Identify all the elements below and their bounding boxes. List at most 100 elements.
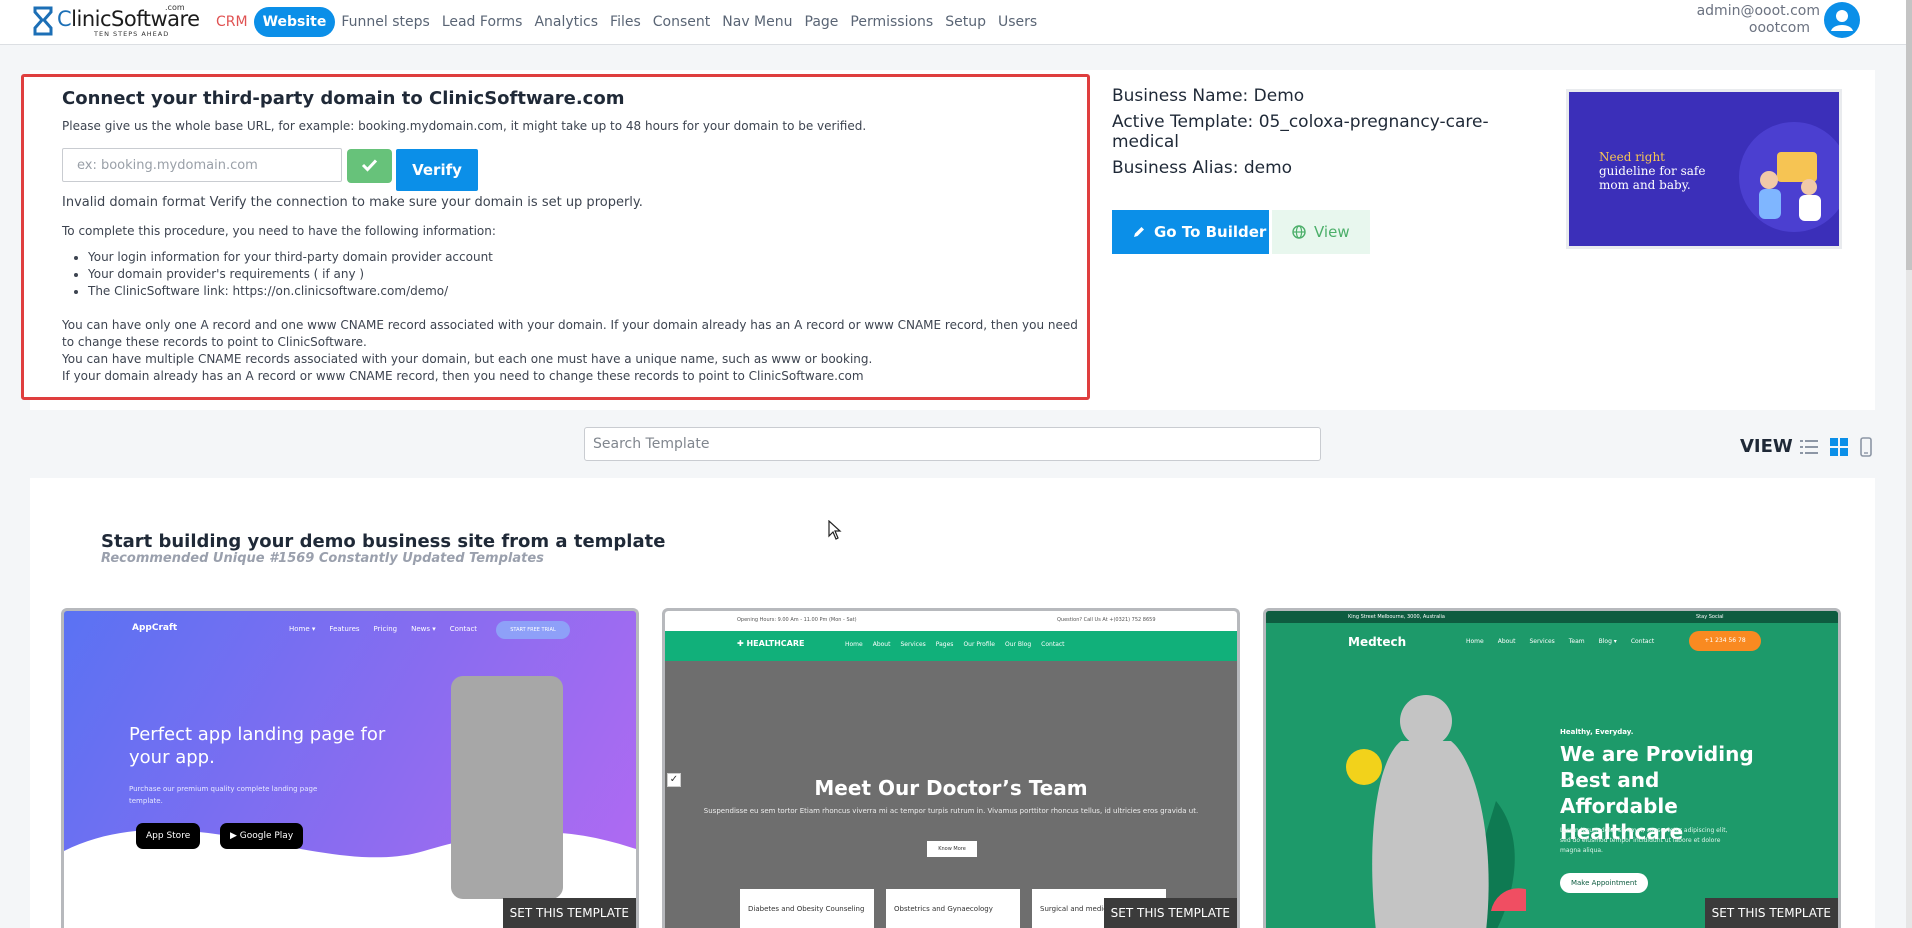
nav-item-setup[interactable]: Setup bbox=[939, 7, 992, 37]
main-nav: CRM Website Funnel steps Lead Forms Anal… bbox=[210, 7, 1043, 37]
nav-item-page[interactable]: Page bbox=[799, 7, 845, 37]
go-to-builder-button[interactable]: Go To Builder bbox=[1112, 210, 1269, 254]
template-nav-item: Home bbox=[1466, 638, 1484, 645]
nav-item-files[interactable]: Files bbox=[604, 7, 647, 37]
service-box: Diabetes and Obesity Counseling bbox=[740, 889, 874, 928]
template-topbar-left: Opening Hours: 9.00 Am - 11.00 Pm (Mon -… bbox=[737, 617, 857, 623]
template-logo: AppCraft bbox=[132, 623, 178, 633]
template-topbar-right: Stay Social bbox=[1696, 614, 1724, 620]
google-play-badge: ▶ Google Play bbox=[220, 823, 304, 849]
template-topbar-left: King Street Melbourne, 3000, Australia bbox=[1348, 614, 1445, 620]
template-nav-item: Services bbox=[1529, 638, 1555, 645]
user-org: oootcom bbox=[1748, 20, 1810, 36]
verify-button[interactable]: Verify bbox=[396, 149, 478, 191]
template-card-appcraft[interactable]: AppCraft Home ▾ Features Pricing News ▾ … bbox=[61, 608, 639, 928]
template-text: Purchase our premium quality complete la… bbox=[129, 785, 318, 805]
nav-item-consent[interactable]: Consent bbox=[647, 7, 716, 37]
pencil-icon bbox=[1134, 227, 1144, 237]
thumbnail-headline: Need right bbox=[1599, 150, 1666, 164]
template-logo: ✚ HEALTHCARE bbox=[737, 639, 805, 648]
template-nav-item: Contact bbox=[1041, 641, 1065, 648]
template-button: Make Appointment bbox=[1560, 873, 1648, 893]
template-nav-item: Pages bbox=[935, 641, 954, 648]
requirement-item: The ClinicSoftware link: https://on.clin… bbox=[88, 283, 493, 300]
nav-item-website[interactable]: Website bbox=[253, 7, 336, 37]
template-nav-bar: ✚ HEALTHCARE Home About Services Pages O… bbox=[665, 631, 1237, 661]
thumbnail-headline-2: guideline for safe mom and baby. bbox=[1599, 164, 1706, 192]
nav-item-funnel-steps[interactable]: Funnel steps bbox=[335, 7, 435, 37]
list-view-icon[interactable] bbox=[1799, 437, 1819, 457]
person-silhouette-icon bbox=[1346, 695, 1526, 928]
dns-note: You can have multiple CNAME records asso… bbox=[62, 352, 873, 366]
service-box: Obstetrics and Gynaecology bbox=[886, 889, 1020, 928]
grid-view-icon[interactable] bbox=[1829, 437, 1849, 457]
active-template-thumbnail[interactable]: Need right guideline for safe mom and ba… bbox=[1566, 89, 1842, 249]
template-button: Know More bbox=[927, 841, 977, 857]
page-scrollbar[interactable] bbox=[1906, 0, 1912, 928]
domain-input[interactable] bbox=[62, 148, 342, 182]
template-nav-item: Services bbox=[900, 641, 926, 648]
template-kicker: Healthy, Everyday. bbox=[1560, 728, 1634, 736]
user-info[interactable]: admin@ooot.com oootcom bbox=[1697, 3, 1820, 37]
template-logo: Medtech bbox=[1348, 635, 1407, 649]
doctor-illustration-icon bbox=[1759, 152, 1821, 221]
avatar[interactable] bbox=[1824, 2, 1860, 38]
user-email: admin@ooot.com bbox=[1696, 3, 1820, 19]
top-navigation-bar: ClinicSoftware .com TEN STEPS AHEAD CRM … bbox=[0, 0, 1912, 45]
view-label: VIEW bbox=[1740, 436, 1793, 457]
template-nav: Home ▾ Features Pricing News ▾ Contact bbox=[289, 625, 477, 633]
user-icon bbox=[1831, 10, 1853, 31]
set-template-button[interactable]: SET THIS TEMPLATE bbox=[1103, 898, 1237, 928]
template-nav-item: Features bbox=[329, 625, 360, 633]
template-text: Suspendisse eu sem tortor Etiam rhoncus … bbox=[703, 807, 1199, 815]
template-gallery-subtitle: Recommended Unique #1569 Constantly Upda… bbox=[101, 551, 544, 566]
view-site-label: View bbox=[1314, 223, 1350, 241]
hourglass-logo-icon bbox=[33, 6, 53, 36]
template-nav-item: Contact bbox=[449, 625, 478, 633]
template-topbar: King Street Melbourne, 3000, Australia S… bbox=[1266, 611, 1838, 623]
template-cta: +1 234 56 78 bbox=[1689, 631, 1761, 651]
mobile-view-icon[interactable] bbox=[1856, 437, 1876, 457]
clinicsoftware-logo[interactable]: ClinicSoftware .com TEN STEPS AHEAD bbox=[32, 3, 200, 39]
set-template-button[interactable]: SET THIS TEMPLATE bbox=[1704, 898, 1838, 928]
template-nav-item: Our Blog bbox=[1005, 641, 1032, 648]
template-nav: Home About Services Team Blog ▾ Contact bbox=[1466, 638, 1654, 645]
nav-item-nav-menu[interactable]: Nav Menu bbox=[716, 7, 798, 37]
template-topbar-right: Question? Call Us At +(0321) 752 8659 bbox=[1057, 617, 1156, 623]
connect-domain-title: Connect your third-party domain to Clini… bbox=[62, 88, 625, 109]
search-template-input[interactable] bbox=[584, 427, 1321, 461]
template-nav-item: About bbox=[872, 641, 891, 648]
template-card-medtech[interactable]: King Street Melbourne, 3000, Australia S… bbox=[1263, 608, 1841, 928]
set-template-button[interactable]: SET THIS TEMPLATE bbox=[502, 898, 636, 928]
template-card-healthcare[interactable]: Opening Hours: 9.00 Am - 11.00 Pm (Mon -… bbox=[662, 608, 1240, 928]
dns-note: If your domain already has an A record o… bbox=[62, 369, 864, 383]
template-nav-item: Home bbox=[845, 641, 863, 648]
scrollbar-thumb[interactable] bbox=[1906, 0, 1912, 270]
domain-status-message: Invalid domain format Verify the connect… bbox=[62, 195, 643, 210]
template-nav-item: Our Profile bbox=[963, 641, 995, 648]
nav-item-lead-forms[interactable]: Lead Forms bbox=[436, 7, 529, 37]
nav-item-crm[interactable]: CRM bbox=[210, 7, 254, 37]
requirements-list: Your login information for your third-pa… bbox=[88, 249, 493, 300]
nav-item-permissions[interactable]: Permissions bbox=[844, 7, 939, 37]
requirement-item: Your domain provider's requirements ( if… bbox=[88, 266, 493, 283]
template-topbar: Opening Hours: 9.00 Am - 11.00 Pm (Mon -… bbox=[665, 611, 1237, 631]
connect-domain-hint: Please give us the whole base URL, for e… bbox=[62, 119, 867, 133]
template-nav-item: Contact bbox=[1630, 638, 1655, 645]
active-template: Active Template: 05_coloxa-pregnancy-car… bbox=[1112, 112, 1489, 152]
template-nav-item: About bbox=[1497, 638, 1516, 645]
template-nav-item: Blog ▾ bbox=[1598, 638, 1617, 645]
template-nav-item: Pricing bbox=[373, 625, 398, 633]
procedure-intro: To complete this procedure, you need to … bbox=[62, 224, 496, 238]
dns-note: You can have only one A record and one w… bbox=[62, 318, 1078, 349]
nav-item-analytics[interactable]: Analytics bbox=[528, 7, 604, 37]
globe-icon bbox=[1292, 225, 1306, 239]
go-to-builder-label: Go To Builder bbox=[1154, 223, 1267, 241]
nav-item-users[interactable]: Users bbox=[992, 7, 1043, 37]
check-domain-button[interactable] bbox=[347, 149, 392, 183]
requirement-item: Your login information for your third-pa… bbox=[88, 249, 493, 266]
view-site-button[interactable]: View bbox=[1272, 210, 1370, 254]
brand-tagline: TEN STEPS AHEAD bbox=[94, 30, 170, 38]
business-name: Business Name: Demo bbox=[1112, 86, 1305, 106]
business-info: Business Name: Demo Active Template: 05_… bbox=[1112, 86, 1532, 184]
